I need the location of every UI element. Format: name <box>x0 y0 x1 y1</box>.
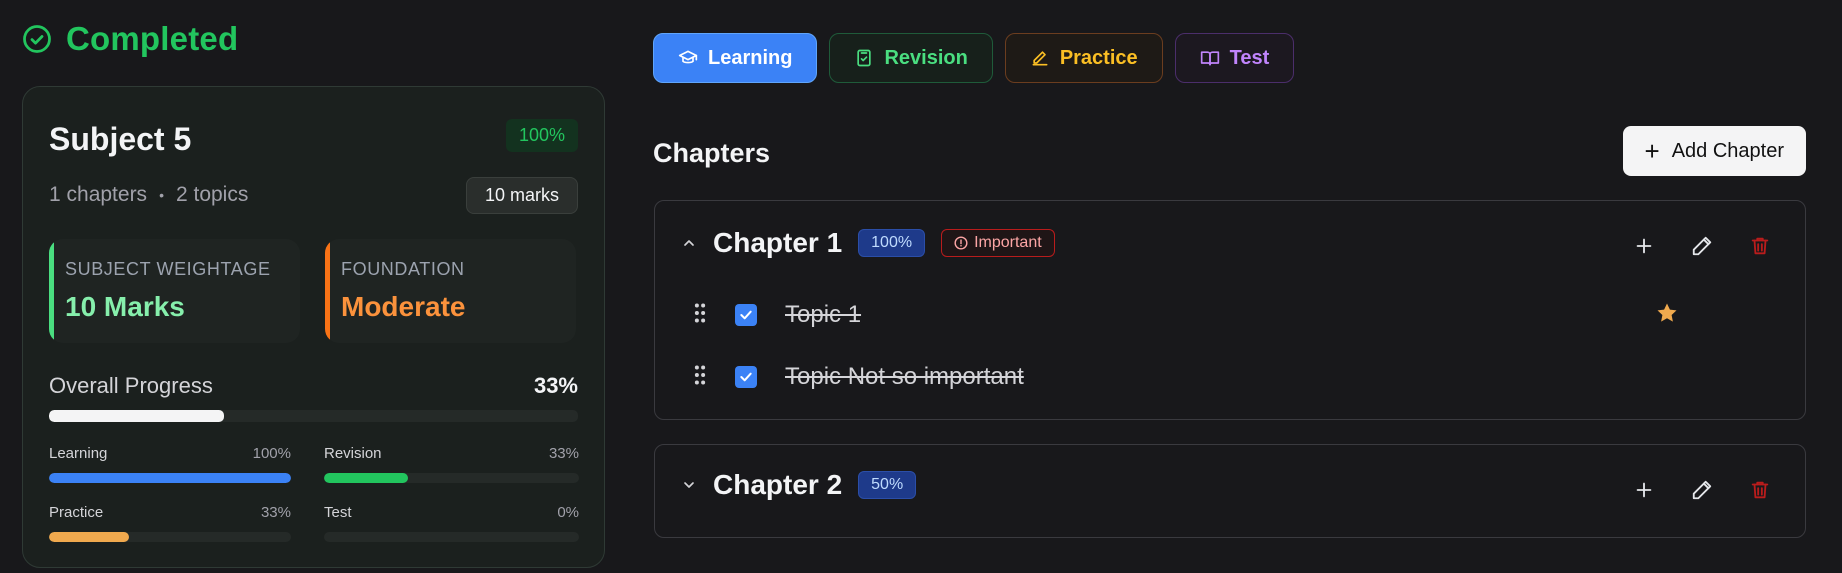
edit-chapter-button[interactable] <box>1691 235 1713 257</box>
drag-handle-icon[interactable] <box>693 303 707 328</box>
chapters-heading: Chapters <box>653 138 771 168</box>
meta-separator: • <box>159 187 164 203</box>
revision-progress-bar <box>324 473 579 483</box>
practice-progress-fill <box>49 532 129 542</box>
pencil-icon <box>1692 480 1712 500</box>
add-chapter-button[interactable]: + Add Chapter <box>1622 126 1806 176</box>
chapter-title[interactable]: Chapter 1 <box>713 227 842 259</box>
delete-chapter-button[interactable] <box>1749 479 1771 501</box>
overall-progress-label: Overall Progress <box>49 373 213 398</box>
important-badge: Important <box>941 229 1055 257</box>
overall-progress-bar <box>49 410 578 422</box>
test-progress-bar <box>324 532 579 542</box>
check-circle-icon <box>23 25 51 53</box>
book-open-icon <box>1200 51 1219 66</box>
subject-meta: 1 chapters • 2 topics <box>49 183 248 207</box>
chapter-title[interactable]: Chapter 2 <box>713 469 842 501</box>
pencil-icon <box>1692 236 1712 256</box>
chapter-actions <box>1633 235 1771 257</box>
plus-icon: + <box>1644 136 1660 166</box>
add-chapter-label: Add Chapter <box>1671 139 1784 162</box>
graduation-cap-icon <box>678 50 698 64</box>
check-icon <box>740 310 752 320</box>
status-label: Completed <box>66 20 239 57</box>
chapter-actions <box>1633 479 1771 501</box>
topic-row: Topic Not so important <box>693 363 1024 391</box>
topic-checkbox[interactable] <box>735 366 757 388</box>
check-icon <box>740 372 752 382</box>
chapter-card: Chapter 1 100% Important Topic 1 Topic N… <box>654 200 1806 420</box>
tab-revision[interactable]: Revision <box>829 33 993 83</box>
edit-chapter-button[interactable] <box>1691 479 1713 501</box>
mode-tabs: Learning Revision Practice Test <box>653 33 1295 83</box>
learning-progress-fill <box>49 473 291 483</box>
completed-status: Completed <box>22 20 238 58</box>
topic-checkbox[interactable] <box>735 304 757 326</box>
foundation-box: FOUNDATION Moderate <box>325 239 576 343</box>
chapter-header: Chapter 2 50% <box>681 469 917 501</box>
pencil-icon <box>1032 51 1048 66</box>
tab-test-label: Test <box>1229 46 1270 69</box>
revision-progress-label: Revision <box>324 445 382 462</box>
overall-progress-percent: 33% <box>533 373 578 398</box>
chapter-header: Chapter 1 100% Important <box>681 227 1055 259</box>
chevron-up-icon[interactable] <box>681 235 697 251</box>
topic-label: Topic 1 <box>785 301 862 328</box>
delete-chapter-button[interactable] <box>1749 235 1771 257</box>
drag-handle-icon[interactable] <box>693 365 707 390</box>
revision-progress-percent: 33% <box>548 445 579 462</box>
learning-progress-percent: 100% <box>252 445 291 462</box>
tab-practice-label: Practice <box>1059 46 1138 69</box>
add-topic-button[interactable] <box>1633 235 1655 257</box>
weightage-label: SUBJECT WEIGHTAGE <box>65 259 271 279</box>
revision-progress-fill <box>324 473 409 483</box>
weightage-value: 10 Marks <box>65 291 185 322</box>
subject-title: Subject 5 <box>49 121 192 157</box>
subject-percent-badge: 100% <box>505 119 578 152</box>
important-label: Important <box>974 234 1042 251</box>
test-progress-label: Test <box>324 504 352 521</box>
practice-progress-label: Practice <box>49 504 104 521</box>
tab-test[interactable]: Test <box>1174 33 1295 83</box>
tab-learning-label: Learning <box>708 46 793 69</box>
marks-badge: 10 marks <box>465 177 578 214</box>
foundation-value: Moderate <box>341 291 466 322</box>
chapter-card: Chapter 2 50% <box>654 444 1806 538</box>
chapter-count: 1 chapters <box>49 183 148 206</box>
topic-label: Topic Not so important <box>785 363 1024 390</box>
weightage-box: SUBJECT WEIGHTAGE 10 Marks <box>49 239 300 343</box>
star-icon[interactable] <box>1655 301 1679 325</box>
topic-row: Topic 1 <box>693 301 861 329</box>
study-tracker-page: Completed Subject 5 100% 1 chapters • 2 … <box>0 0 1842 573</box>
foundation-label: FOUNDATION <box>341 259 465 279</box>
plus-icon <box>1636 482 1652 498</box>
test-progress-percent: 0% <box>557 504 579 521</box>
tab-revision-label: Revision <box>884 46 968 69</box>
topic-count: 2 topics <box>175 183 249 206</box>
subject-card: Subject 5 100% 1 chapters • 2 topics 10 … <box>22 86 605 568</box>
practice-progress-percent: 33% <box>260 504 291 521</box>
chevron-down-icon[interactable] <box>681 477 697 493</box>
clipboard-check-icon <box>857 49 872 67</box>
plus-icon <box>1636 238 1652 254</box>
learning-progress-bar <box>49 473 291 483</box>
tab-learning[interactable]: Learning <box>653 33 818 83</box>
tab-practice[interactable]: Practice <box>1004 33 1163 83</box>
trash-icon <box>1751 237 1769 255</box>
chapter-percent-badge: 100% <box>858 229 926 257</box>
add-topic-button[interactable] <box>1633 479 1655 501</box>
learning-progress-label: Learning <box>49 445 108 462</box>
trash-icon <box>1751 481 1769 499</box>
practice-progress-bar <box>49 532 291 542</box>
chapter-percent-badge: 50% <box>858 471 917 499</box>
alert-circle-icon <box>954 236 968 250</box>
overall-progress-fill <box>49 410 224 422</box>
foundation-accent <box>325 239 330 343</box>
weightage-accent <box>49 239 54 343</box>
